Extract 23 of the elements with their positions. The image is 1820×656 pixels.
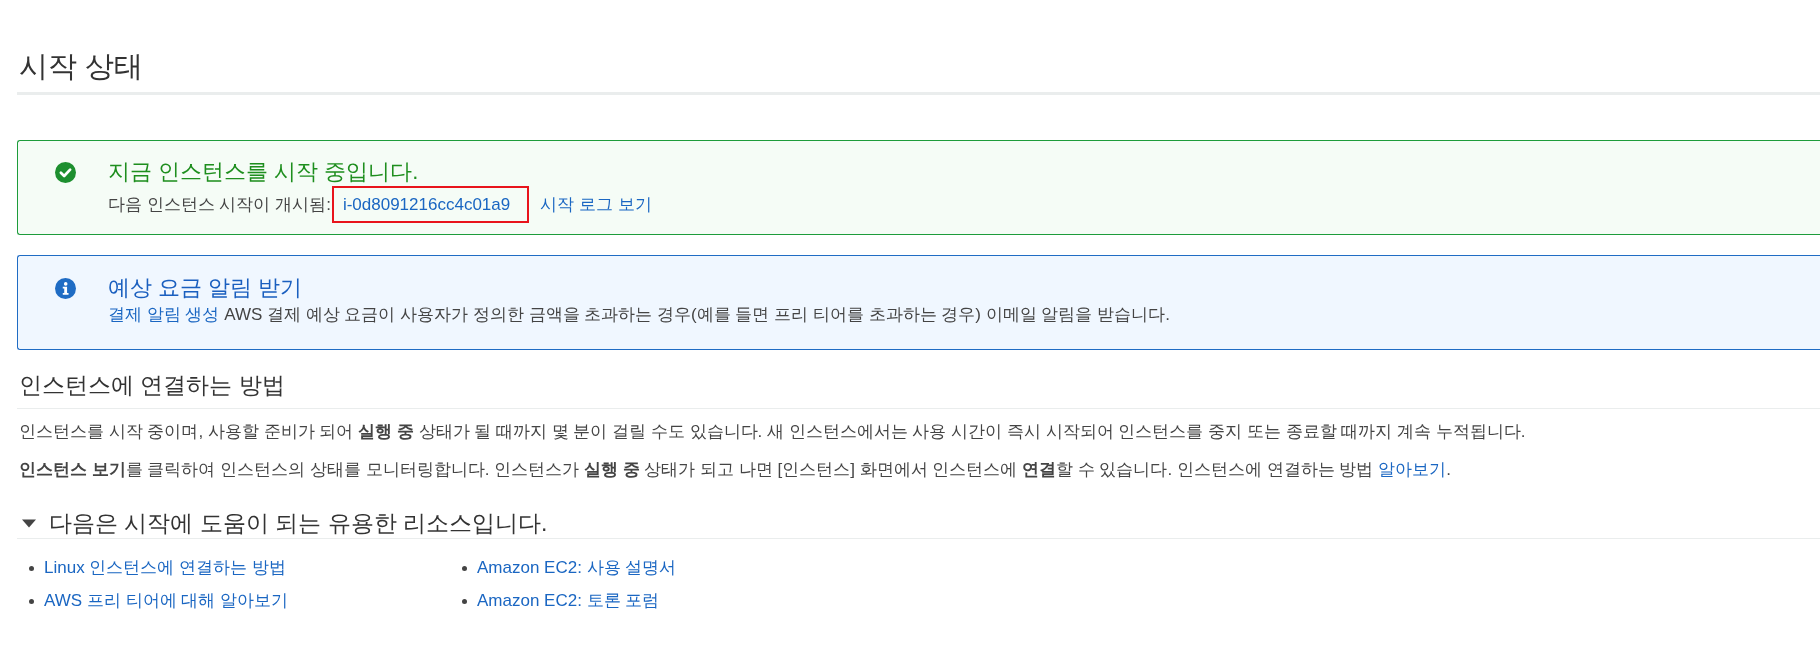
- bullet-icon: [462, 565, 467, 571]
- connect-paragraph: 인스턴스를 시작 중이며, 사용할 준비가 되어 실행 중 상태가 될 때까지 몇 분이 걸릴 수도 있습니다. 새 인스턴스에서는 사용 시간이 즉시 시작되어 인스턴스를 중지 또는 종료할 때까지 계속 누적됩니다.: [19, 421, 1527, 443]
- alert-title: 예상 요금 알림 받기: [108, 275, 304, 301]
- launch-status-label: 다음 인스턴스 시작이 개시됨:: [108, 193, 331, 216]
- check-circle-icon: [55, 162, 76, 183]
- section-toggle[interactable]: 다음은 시작에 도움이 되는 유용한 리소스입니다.: [22, 509, 548, 537]
- resource-link[interactable]: Amazon EC2: 토론 포럼: [477, 589, 660, 613]
- create-alert-link[interactable]: 결제 알림 생성: [108, 305, 220, 324]
- bullet-icon: [462, 598, 467, 604]
- info-icon: [55, 278, 76, 299]
- resource-link[interactable]: Amazon EC2: 사용 설명서: [477, 556, 677, 580]
- view-log-link[interactable]: 시작 로그 보기: [540, 192, 652, 217]
- instance-id-link[interactable]: i-0d8091216cc4c01a9: [342, 194, 511, 215]
- resource-link[interactable]: Linux 인스턴스에 연결하는 방법: [44, 556, 286, 580]
- alert-title: 지금 인스턴스를 시작 중입니다.: [108, 159, 420, 185]
- bullet-icon: [29, 598, 34, 604]
- resource-link[interactable]: AWS 프리 티어에 대해 알아보기: [44, 589, 288, 613]
- connect-paragraph: 인스턴스 보기를 클릭하여 인스턴스의 상태를 모니터링합니다. 인스턴스가 실행 중 상태가 되고 나면 [인스턴스] 화면에서 인스턴스에 연결할 수 있습니다. 인스턴스에 연결하는 방법 알아보기.: [19, 459, 1452, 481]
- section-heading: 인스턴스에 연결하는 방법: [19, 371, 285, 400]
- bullet-icon: [29, 565, 34, 571]
- alert-message: 결제 알림 생성 AWS 결제 예상 요금이 사용자가 정의한 금액을 초과하는 경우(예를 들면 프리 티어를 초과하는 경우) 이메일 알림을 받습니다.: [108, 304, 1170, 326]
- learn-more-link[interactable]: 알아보기: [1378, 460, 1447, 479]
- page-title: 시작 상태: [19, 49, 144, 84]
